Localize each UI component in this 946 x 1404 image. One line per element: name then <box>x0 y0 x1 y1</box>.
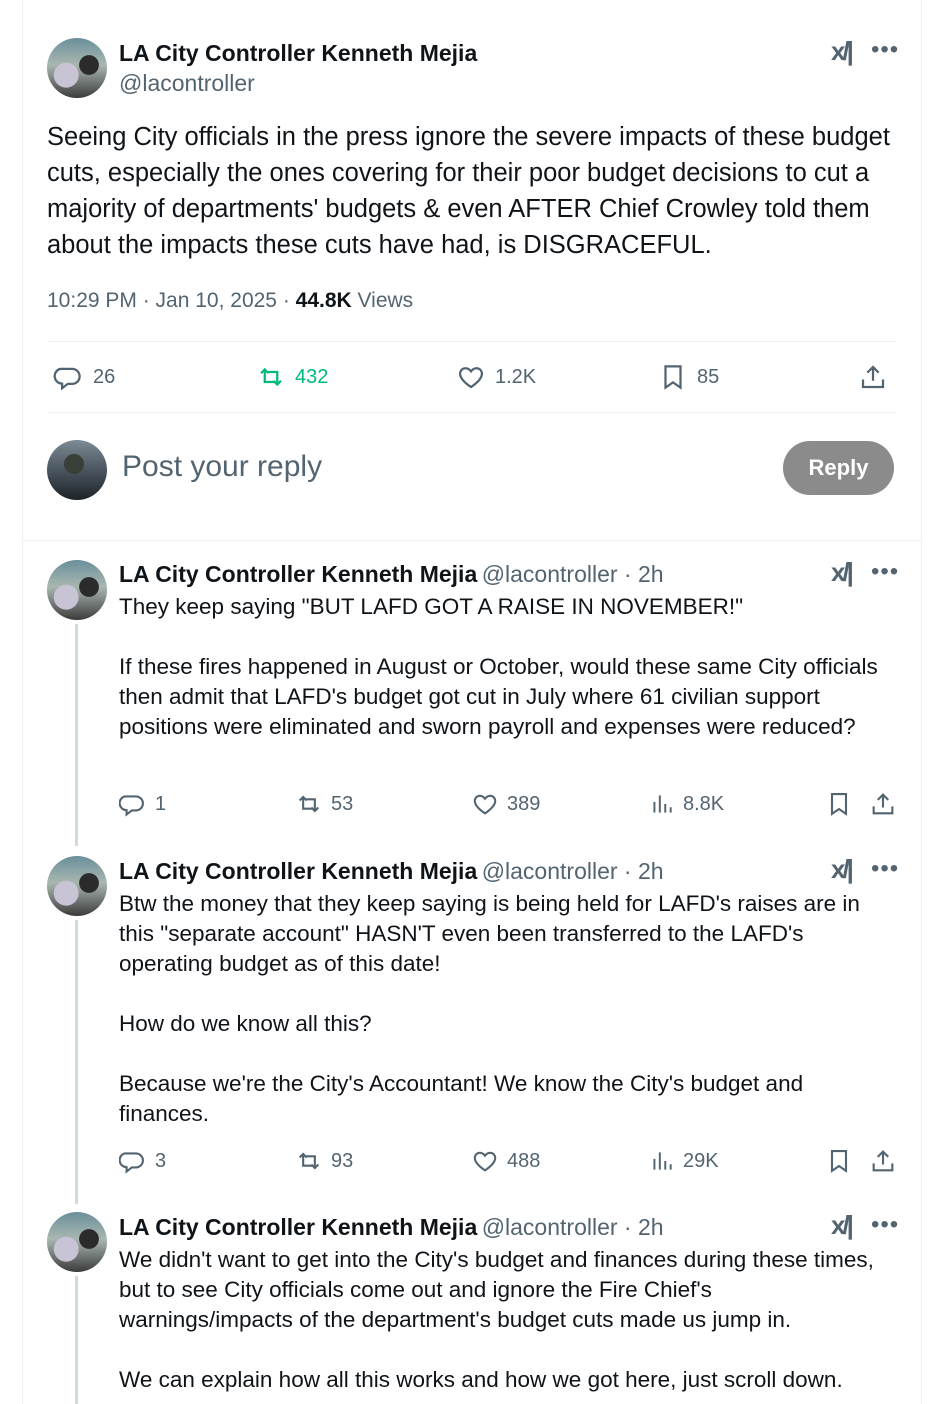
repost-button[interactable]: 93 <box>295 1147 353 1175</box>
reply-header: LA City Controller Kenneth Mejia @lacont… <box>119 1214 664 1241</box>
bookmark-icon <box>830 1150 848 1173</box>
repost-count: 93 <box>331 1149 354 1172</box>
repost-icon <box>298 1152 320 1170</box>
views-count: 44.8K <box>295 289 352 312</box>
bookmark-count: 85 <box>697 365 720 388</box>
current-user-avatar[interactable] <box>47 440 107 500</box>
reply-count: 26 <box>93 365 116 388</box>
author-avatar[interactable] <box>47 560 107 620</box>
share-button[interactable] <box>857 362 889 392</box>
thread-connector <box>75 920 78 1204</box>
post-meta: 10:29 PM · Jan 10, 2025 · 44.8K Views <box>47 289 413 313</box>
author-name[interactable]: LA City Controller Kenneth Mejia <box>119 561 477 587</box>
thread-connector <box>75 1276 78 1404</box>
reply-submit-button[interactable]: Reply <box>783 441 894 495</box>
main-post-text: Seeing City officials in the press ignor… <box>47 123 898 259</box>
more-icon[interactable]: ••• <box>871 855 899 883</box>
repost-icon <box>298 795 320 813</box>
views-button[interactable]: 29K <box>649 1147 719 1175</box>
author-avatar[interactable] <box>47 38 107 98</box>
divider <box>23 540 921 541</box>
reply-icon <box>53 367 81 391</box>
more-icon[interactable]: ••• <box>871 1211 899 1239</box>
like-button[interactable]: 389 <box>471 790 540 818</box>
like-icon <box>473 794 497 815</box>
reply-input[interactable]: Post your reply <box>122 450 322 484</box>
reply-button[interactable]: 1 <box>119 790 166 818</box>
author-handle[interactable]: @lacontroller <box>119 70 255 97</box>
reply-header: LA City Controller Kenneth Mejia @lacont… <box>119 561 664 588</box>
views-icon <box>653 1152 672 1170</box>
views-button[interactable]: 8.8K <box>649 790 724 818</box>
reply-button[interactable]: 3 <box>119 1147 166 1175</box>
author-handle[interactable]: @lacontroller · 2h <box>482 1214 664 1240</box>
reply-count: 3 <box>155 1149 167 1172</box>
like-icon <box>473 1151 497 1172</box>
share-button[interactable] <box>869 1147 897 1175</box>
post-thread-page: LA City Controller Kenneth Mejia @lacont… <box>22 0 922 1404</box>
repost-count: 53 <box>331 792 354 815</box>
share-button[interactable] <box>869 790 897 818</box>
author-avatar[interactable] <box>47 1212 107 1272</box>
like-count: 488 <box>507 1149 541 1172</box>
views-icon <box>653 795 672 813</box>
share-icon <box>872 1150 894 1172</box>
more-icon[interactable]: ••• <box>871 558 899 586</box>
reply-text: They keep saying "BUT LAFD GOT A RAISE I… <box>119 594 878 739</box>
views-count: 8.8K <box>683 792 725 815</box>
reply-text: Btw the money that they keep saying is b… <box>119 891 860 1126</box>
post-timestamp[interactable]: 10:29 PM · Jan 10, 2025 · <box>47 289 296 312</box>
reply-header: LA City Controller Kenneth Mejia @lacont… <box>119 858 664 885</box>
bookmark-button[interactable] <box>825 1147 853 1175</box>
x-ai-icon[interactable]: x/| <box>831 854 854 885</box>
reply-icon <box>119 1152 144 1174</box>
divider <box>47 341 897 342</box>
like-count: 389 <box>507 792 541 815</box>
reply-count: 1 <box>155 792 167 815</box>
author-name[interactable]: LA City Controller Kenneth Mejia <box>119 40 477 67</box>
author-handle[interactable]: @lacontroller · 2h <box>482 858 664 884</box>
share-icon <box>861 365 885 389</box>
author-name[interactable]: LA City Controller Kenneth Mejia <box>119 1214 477 1240</box>
x-ai-icon[interactable]: x/| <box>831 1210 854 1241</box>
reply-icon <box>119 795 144 817</box>
repost-count: 432 <box>295 365 329 388</box>
reply-text: We didn't want to get into the City's bu… <box>119 1247 874 1392</box>
like-button[interactable]: 1.2K <box>455 362 536 392</box>
bookmark-icon <box>664 365 682 390</box>
views-count: 29K <box>683 1149 719 1172</box>
bookmark-button[interactable] <box>825 790 853 818</box>
author-name[interactable]: LA City Controller Kenneth Mejia <box>119 858 477 884</box>
thread-connector <box>75 624 78 846</box>
views-label: Views <box>351 289 414 312</box>
x-ai-icon[interactable]: x/| <box>831 557 854 588</box>
like-button[interactable]: 488 <box>471 1147 540 1175</box>
share-icon <box>872 793 894 815</box>
reply-button[interactable]: 26 <box>53 362 115 392</box>
like-count: 1.2K <box>495 365 537 388</box>
more-icon[interactable]: ••• <box>871 36 899 64</box>
like-icon <box>458 367 484 389</box>
bookmark-icon <box>830 793 848 816</box>
repost-button[interactable]: 432 <box>255 362 328 392</box>
x-ai-icon[interactable]: x/| <box>831 36 854 67</box>
bookmark-button[interactable]: 85 <box>657 362 719 392</box>
repost-button[interactable]: 53 <box>295 790 353 818</box>
divider <box>47 412 897 413</box>
author-handle[interactable]: @lacontroller · 2h <box>482 561 664 587</box>
author-avatar[interactable] <box>47 856 107 916</box>
repost-icon <box>260 367 282 387</box>
